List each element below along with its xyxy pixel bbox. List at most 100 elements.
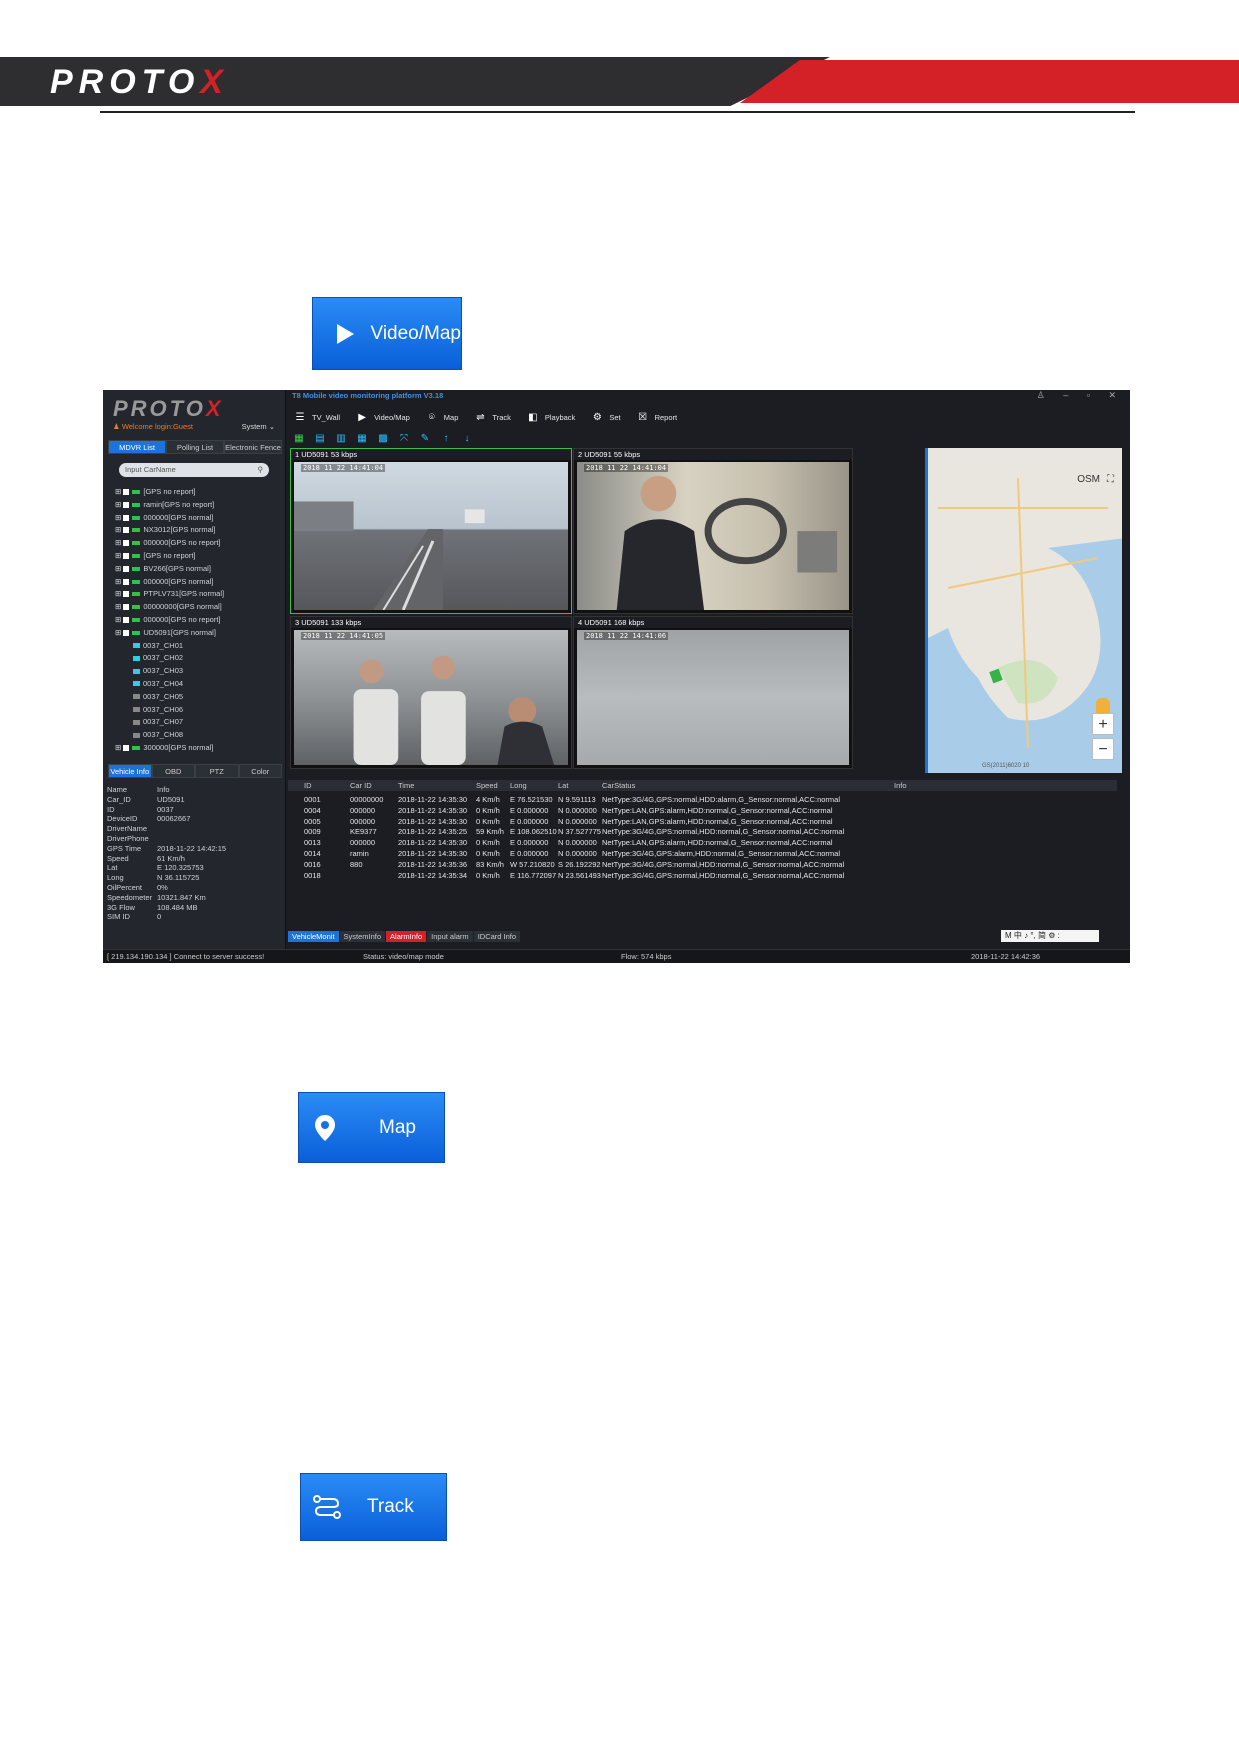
grid-column-header[interactable]: Info	[894, 780, 907, 791]
tree-item[interactable]: 0037_CH05	[115, 691, 275, 704]
expand-icon[interactable]: ⊞	[115, 743, 123, 752]
tree-item[interactable]: ⊞ UD5091[GPS normal]	[115, 627, 275, 640]
tab-mdvr-list[interactable]: MDVR List	[108, 440, 166, 454]
grid-column-header[interactable]: Lat	[558, 780, 568, 791]
pin-icon[interactable]: ✎	[419, 434, 431, 444]
toolbar-video-map[interactable]: ▶ Video/Map	[356, 412, 410, 423]
checkbox[interactable]	[123, 553, 130, 559]
grid-row[interactable]: 0018 2018-11-22 14:35:34 0 Km/h E 116.77209…	[288, 870, 1117, 881]
tab-ptz[interactable]: PTZ	[195, 764, 239, 778]
system-menu[interactable]: System ⌄	[242, 422, 275, 431]
checkbox[interactable]	[123, 565, 130, 572]
layout-6-icon[interactable]: ▤	[314, 434, 326, 444]
expand-icon[interactable]: ⊞	[115, 551, 123, 560]
tree-item[interactable]: ⊞ PTPLV731[GPS normal]	[115, 588, 275, 601]
tab-alarm-info[interactable]: AlarmInfo	[386, 931, 427, 942]
grid-column-header[interactable]: Car ID	[350, 780, 372, 791]
toolbar-map[interactable]: ⌾ Map	[426, 412, 459, 423]
tree-item[interactable]: ⊞ BV266[GPS normal]	[115, 563, 275, 576]
tab-idcard-info[interactable]: IDCard Info	[473, 931, 521, 942]
checkbox[interactable]	[123, 527, 130, 534]
checkbox[interactable]	[123, 514, 130, 521]
expand-icon[interactable]: ⊞	[115, 487, 123, 496]
tree-item[interactable]: ⊞ 000000[GPS no report]	[115, 614, 275, 627]
layout-16-icon[interactable]: ▩	[377, 434, 389, 444]
zoom-in-button[interactable]: +	[1092, 713, 1114, 735]
arrow-up-icon[interactable]: ↑	[440, 434, 452, 444]
map-panel[interactable]: OSM ⛶ + − GS(2011)6020 10	[925, 448, 1122, 773]
checkbox[interactable]	[123, 540, 130, 547]
checkbox[interactable]	[123, 629, 130, 636]
grid-column-header[interactable]: ID	[304, 780, 312, 791]
expand-icon[interactable]: ⊞	[115, 500, 123, 509]
car-search-input[interactable]: Input CarName ⚲	[119, 463, 269, 477]
tab-vehicle-info[interactable]: Vehicle Info	[108, 764, 152, 778]
tree-item[interactable]: ⊞ [GPS no report]	[115, 550, 275, 563]
tab-color[interactable]: Color	[238, 764, 282, 778]
tree-item[interactable]: 0037_CH04	[115, 678, 275, 691]
search-icon[interactable]: ⚲	[258, 463, 264, 477]
tree-item[interactable]: ⊞ 300000[GPS normal]	[115, 742, 275, 755]
grid-column-header[interactable]: CarStatus	[602, 780, 635, 791]
expand-icon[interactable]: ⊞	[115, 564, 123, 573]
checkbox[interactable]	[123, 578, 130, 585]
toolbar-playback[interactable]: ◧ Playback	[527, 412, 575, 423]
grid-column-header[interactable]: Speed	[476, 780, 498, 791]
toolbar-set[interactable]: ⚙ Set	[591, 412, 621, 423]
layout-9-icon[interactable]: ▦	[356, 434, 368, 444]
expand-icon[interactable]: ⊞	[115, 513, 123, 522]
expand-icon[interactable]: ⊞	[115, 577, 123, 586]
tree-item[interactable]: ⊞ 000000[GPS normal]	[115, 576, 275, 589]
tree-item[interactable]: 0037_CH02	[115, 652, 275, 665]
fullscreen-icon[interactable]: ⛶	[1107, 474, 1114, 485]
grid-row[interactable]: 0004 000000 2018-11-22 14:35:30 0 Km/h E 0.0…	[288, 805, 1117, 816]
grid-column-header[interactable]: Time	[398, 780, 414, 791]
checkbox[interactable]	[123, 591, 130, 598]
video-map-button[interactable]: Video/Map	[312, 297, 462, 370]
checkbox[interactable]	[123, 604, 130, 611]
video-tile-3[interactable]: 3 UD5091 133 kbps 2018 11 22 14:41:05	[290, 616, 572, 769]
tab-polling-list[interactable]: Polling List	[166, 440, 224, 454]
expand-icon[interactable]: ⊞	[115, 538, 123, 547]
checkbox[interactable]	[123, 489, 130, 496]
tree-item[interactable]: ⊞ NX3012[GPS normal]	[115, 524, 275, 537]
tree-item[interactable]: 0037_CH03	[115, 665, 275, 678]
video-tile-4[interactable]: 4 UD5091 168 kbps 2018 11 22 14:41:06	[573, 616, 853, 769]
grid-row[interactable]: 0005 000000 2018-11-22 14:35:30 0 Km/h E 0.0…	[288, 816, 1117, 827]
grid-row[interactable]: 0016 880 2018-11-22 14:35:36 83 Km/h W 57.21…	[288, 859, 1117, 870]
tab-system-info[interactable]: SystemInfo	[339, 931, 386, 942]
grid-column-header[interactable]: Long	[510, 780, 527, 791]
toolbar-tv-wall[interactable]: ☰ TV_Wall	[294, 412, 341, 423]
tree-item[interactable]: 0037_CH01	[115, 640, 275, 653]
window-controls[interactable]: ♙ – ▫ ✕	[1037, 390, 1124, 401]
layout-8-icon[interactable]: ▥	[335, 434, 347, 444]
grid-row[interactable]: 0014 ramin 2018-11-22 14:35:30 0 Km/h E 0.00…	[288, 848, 1117, 859]
checkbox[interactable]	[123, 501, 130, 508]
checkbox[interactable]	[123, 616, 130, 623]
tab-vehicle-monitor[interactable]: VehicleMonit	[288, 931, 339, 942]
grid-row[interactable]: 0013 000000 2018-11-22 14:35:30 0 Km/h E 0.0…	[288, 837, 1117, 848]
tree-item[interactable]: 0037_CH07	[115, 716, 275, 729]
map-button[interactable]: Map	[298, 1092, 445, 1163]
video-tile-1[interactable]: 1 UD5091 53 kbps 2018 11 22 14:41:04	[290, 448, 572, 614]
expand-icon[interactable]: ⊞	[115, 525, 123, 534]
tab-obd[interactable]: OBD	[151, 764, 195, 778]
tab-input-alarm[interactable]: Input alarm	[427, 931, 473, 942]
tree-item[interactable]: ⊞ 00000000[GPS normal]	[115, 601, 275, 614]
tab-electronic-fence[interactable]: Electronic Fence	[224, 440, 282, 454]
ime-toolbar[interactable]: M 中 ♪ °, 简 ⚙ :	[1001, 930, 1099, 942]
tree-item[interactable]: ⊞ 000000[GPS no report]	[115, 537, 275, 550]
grid-row[interactable]: 0001 00000000 2018-11-22 14:35:30 4 Km/h E 7…	[288, 794, 1117, 805]
toolbar-track[interactable]: ⇌ Track	[474, 412, 511, 423]
fullscreen-icon[interactable]: ⤧	[398, 434, 410, 444]
zoom-out-button[interactable]: −	[1092, 738, 1114, 760]
tree-item[interactable]: 0037_CH08	[115, 729, 275, 742]
tree-item[interactable]: ⊞ [GPS no report]	[115, 486, 275, 499]
checkbox[interactable]	[123, 744, 130, 751]
tree-item[interactable]: 0037_CH06	[115, 704, 275, 717]
track-button[interactable]: Track	[300, 1473, 447, 1541]
expand-icon[interactable]: ⊞	[115, 628, 123, 637]
tree-item[interactable]: ⊞ 000000[GPS normal]	[115, 512, 275, 525]
layout-4-icon[interactable]: ▦	[293, 434, 305, 444]
expand-icon[interactable]: ⊞	[115, 589, 123, 598]
